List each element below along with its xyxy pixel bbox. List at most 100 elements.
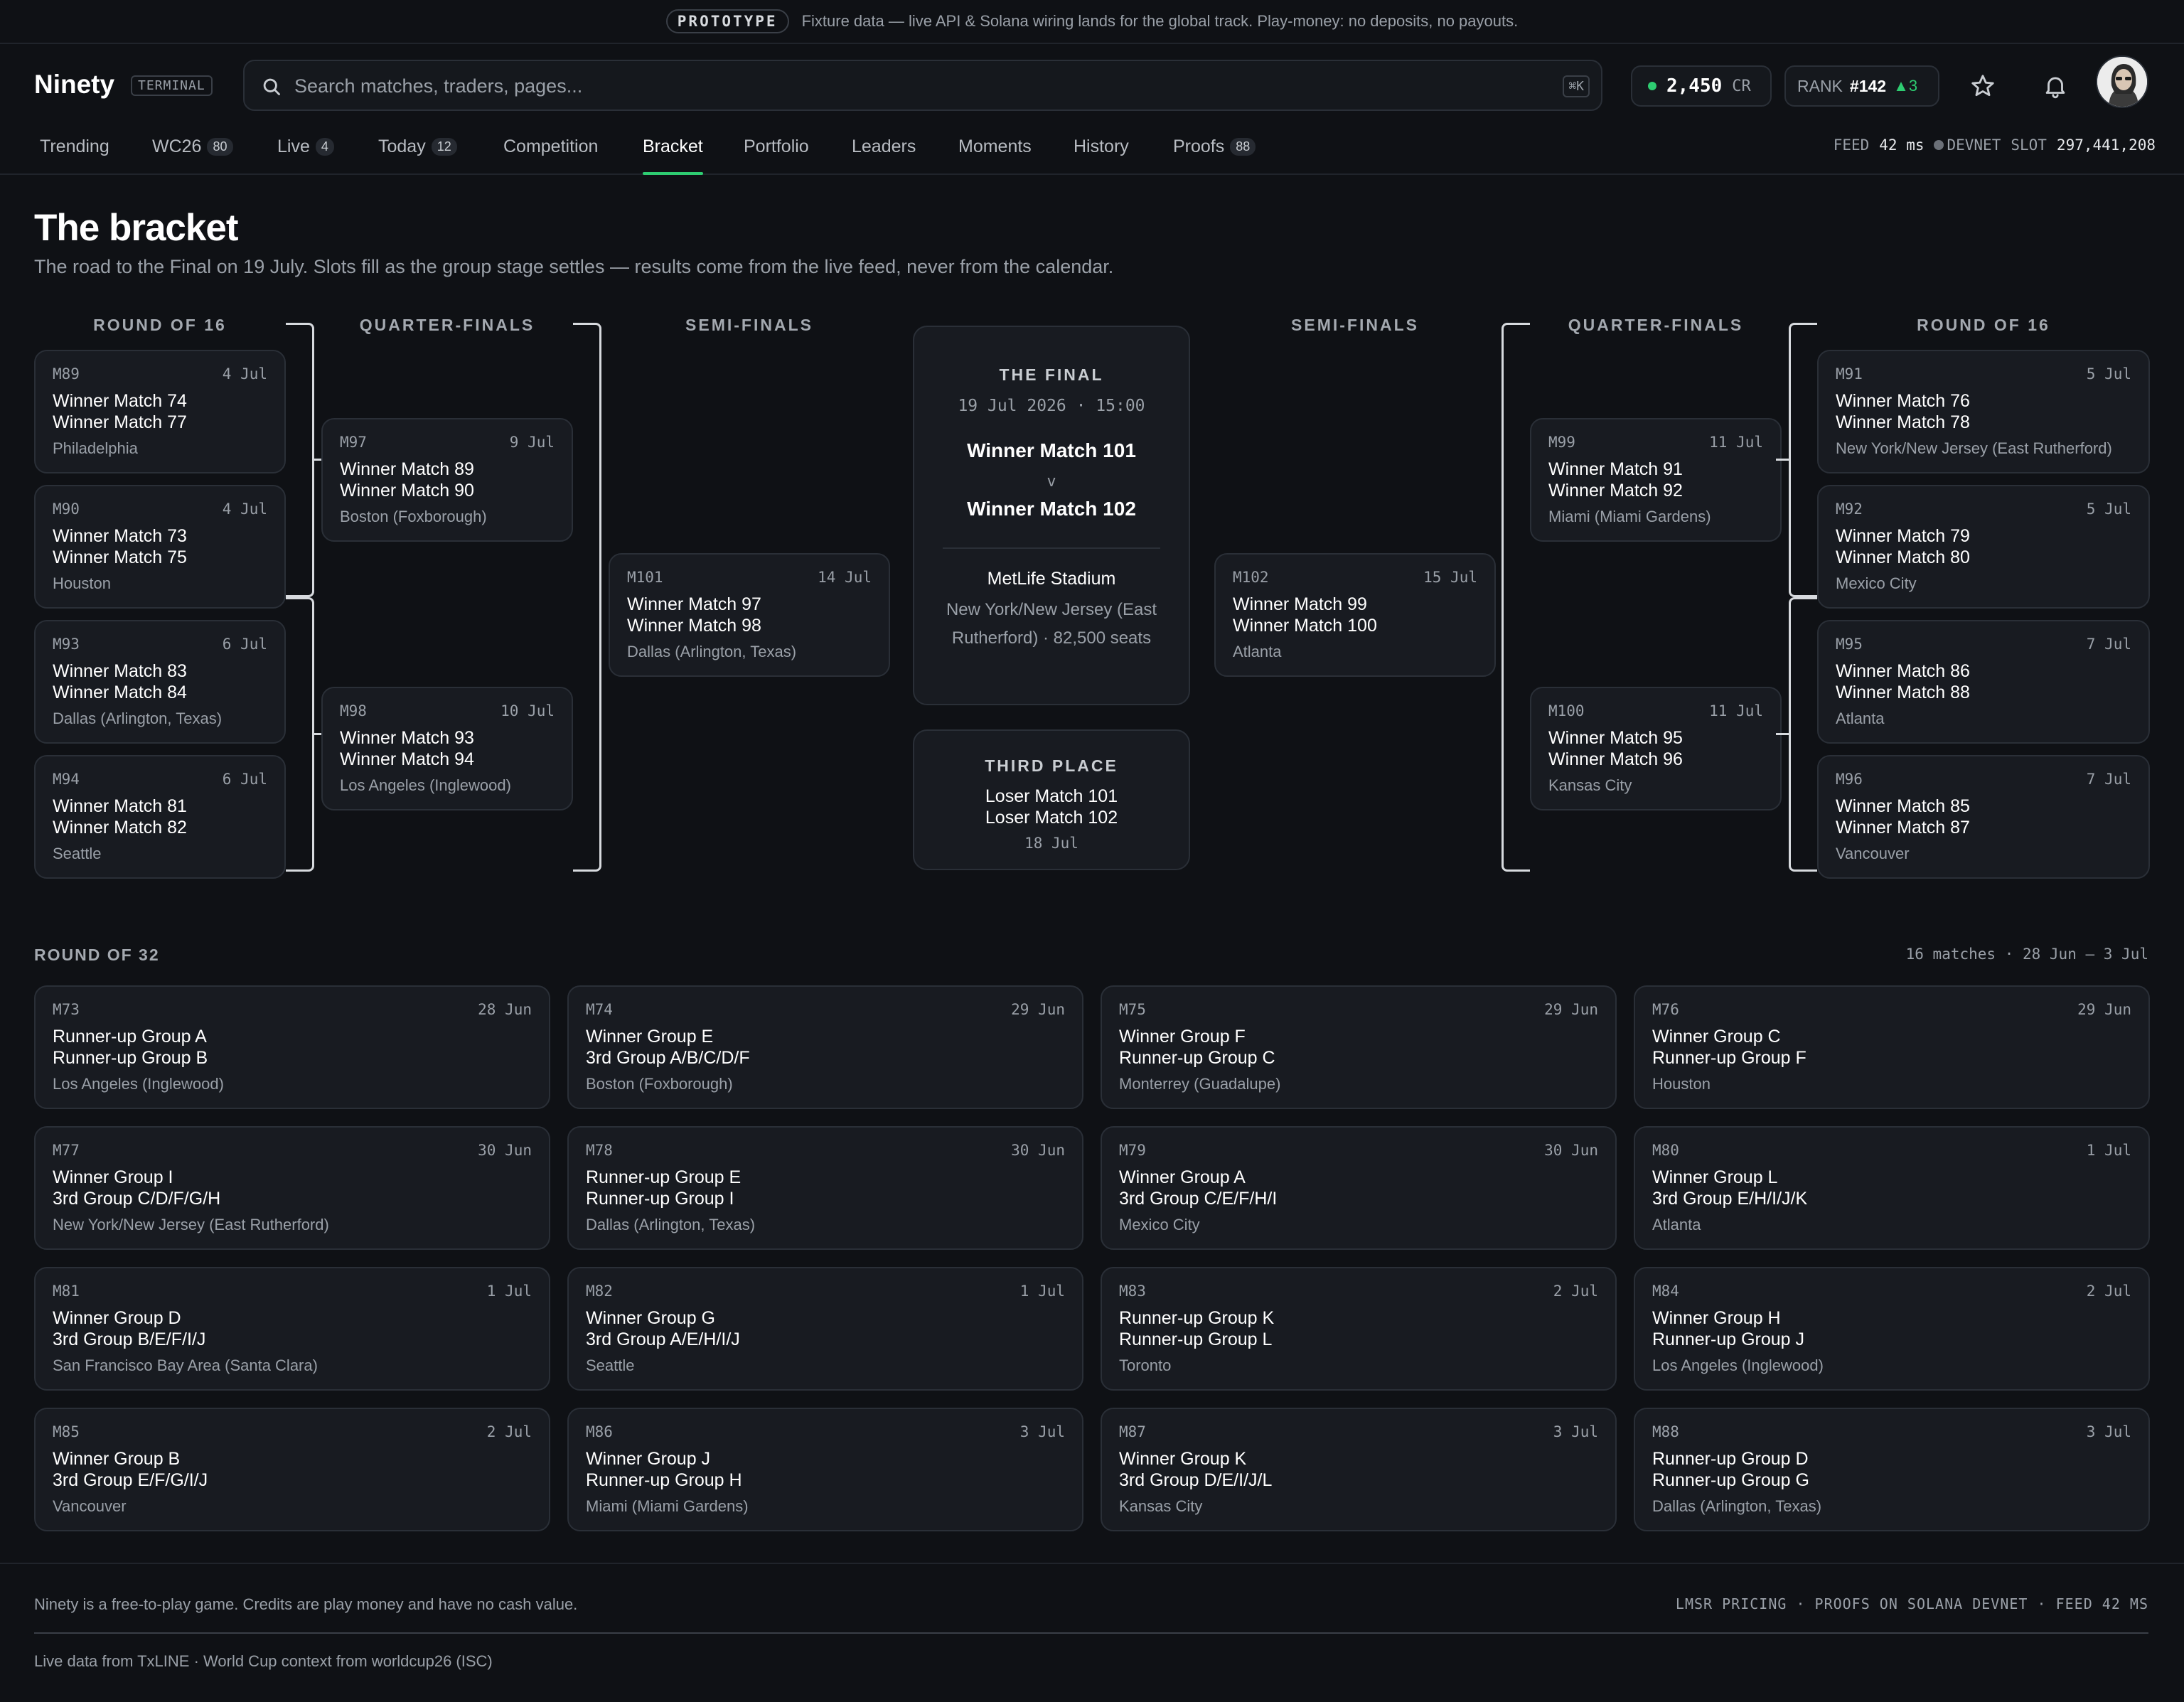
match-card-m99[interactable]: M99 11 Jul Winner Match 91 Winner Match 92… bbox=[1530, 418, 1782, 542]
match-card-m98[interactable]: M98 10 Jul Winner Match 93 Winner Match 94… bbox=[321, 687, 573, 810]
match-date: 3 Jul bbox=[1553, 1423, 1598, 1440]
team-home: Winner Match 81 bbox=[53, 796, 187, 816]
match-card-m79[interactable]: M79 30 Jun Winner Group A 3rd Group C/E/F/H… bbox=[1101, 1126, 1617, 1250]
column-header-right-qf: QUARTER-FINALS bbox=[1568, 316, 1744, 334]
team-home: Winner Group J bbox=[586, 1449, 711, 1469]
match-card-m89[interactable]: M89 4 Jul Winner Match 74 Winner Match 77 … bbox=[34, 350, 286, 473]
team-home: Winner Group D bbox=[53, 1308, 181, 1328]
team-home: Winner Match 97 bbox=[627, 594, 761, 614]
team-home: Winner Group E bbox=[586, 1027, 714, 1047]
match-venue: Mexico City bbox=[1119, 1216, 1200, 1233]
match-card-m91[interactable]: M91 5 Jul Winner Match 76 Winner Match 78 … bbox=[1817, 350, 2150, 473]
tab-moments[interactable]: Moments bbox=[958, 137, 1032, 175]
feed-value: 42 ms bbox=[1879, 137, 1925, 154]
tab-competition[interactable]: Competition bbox=[503, 137, 598, 175]
team-away: Runner-up Group G bbox=[1652, 1470, 1809, 1490]
tab-label: Trending bbox=[40, 137, 109, 156]
column-header-left-r16: ROUND OF 16 bbox=[93, 316, 227, 334]
team-home: Winner Match 99 bbox=[1233, 594, 1367, 614]
tab-today[interactable]: Today 12 bbox=[378, 137, 457, 175]
search-bar[interactable]: ⌘K bbox=[243, 60, 1602, 111]
team-home: Winner Group L bbox=[1652, 1167, 1778, 1187]
tab-wc26[interactable]: WC26 80 bbox=[152, 137, 233, 175]
team-away: Runner-up Group H bbox=[586, 1470, 742, 1490]
match-card-m86[interactable]: M86 3 Jul Winner Group J Runner-up Group H M… bbox=[567, 1408, 1083, 1531]
tab-leaders[interactable]: Leaders bbox=[852, 137, 916, 175]
search-input[interactable] bbox=[294, 71, 1503, 101]
match-card-m82[interactable]: M82 1 Jul Winner Group G 3rd Group A/E/H/I/… bbox=[567, 1267, 1083, 1391]
match-venue: Dallas (Arlington, Texas) bbox=[1652, 1497, 1822, 1515]
match-card-m73[interactable]: M73 28 Jun Runner-up Group A Runner-up Grou… bbox=[34, 985, 550, 1109]
tab-history[interactable]: History bbox=[1074, 137, 1129, 175]
match-card-m92[interactable]: M92 5 Jul Winner Match 79 Winner Match 80 … bbox=[1817, 485, 2150, 609]
match-card-m87[interactable]: M87 3 Jul Winner Group K 3rd Group D/E/I/J/… bbox=[1101, 1408, 1617, 1531]
match-id: M90 bbox=[53, 501, 80, 518]
match-venue: Houston bbox=[53, 574, 111, 592]
tab-portfolio[interactable]: Portfolio bbox=[744, 137, 809, 175]
match-card-m80[interactable]: M80 1 Jul Winner Group L 3rd Group E/H/I/J/… bbox=[1634, 1126, 2150, 1250]
match-id: M85 bbox=[53, 1423, 80, 1440]
rank-label: RANK bbox=[1797, 76, 1843, 95]
match-card-m75[interactable]: M75 29 Jun Winner Group F Runner-up Group C… bbox=[1101, 985, 1617, 1109]
team-away: Winner Match 78 bbox=[1836, 412, 1970, 432]
bell-icon[interactable] bbox=[2042, 73, 2069, 100]
team-away: 3rd Group B/E/F/I/J bbox=[53, 1329, 206, 1349]
footer-disclaimer: Ninety is a free-to-play game. Credits a… bbox=[34, 1595, 578, 1613]
match-card-m85[interactable]: M85 2 Jul Winner Group B 3rd Group E/F/G/I/… bbox=[34, 1408, 550, 1531]
rank-badge[interactable]: RANK #142 ▲3 bbox=[1784, 65, 1939, 107]
tab-live[interactable]: Live 4 bbox=[277, 137, 334, 175]
match-card-m76[interactable]: M76 29 Jun Winner Group C Runner-up Group F… bbox=[1634, 985, 2150, 1109]
bracket-connector-tick bbox=[1776, 459, 1789, 461]
main-nav: Trending WC26 80 Live 4 Today 12 Competitio… bbox=[0, 127, 2184, 175]
tab-count-badge: 80 bbox=[207, 138, 233, 156]
avatar[interactable] bbox=[2096, 55, 2148, 108]
team-away: Winner Match 94 bbox=[340, 749, 474, 769]
match-date: 1 Jul bbox=[486, 1283, 532, 1300]
credits-balance[interactable]: 2,450 CR bbox=[1631, 65, 1772, 107]
team-home: Winner Group K bbox=[1119, 1449, 1247, 1469]
match-card-m100[interactable]: M100 11 Jul Winner Match 95 Winner Match 9… bbox=[1530, 687, 1782, 810]
match-card-m77[interactable]: M77 30 Jun Winner Group I 3rd Group C/D/F/G… bbox=[34, 1126, 550, 1250]
tab-proofs[interactable]: Proofs 88 bbox=[1173, 137, 1256, 175]
match-card-m94[interactable]: M94 6 Jul Winner Match 81 Winner Match 82 … bbox=[34, 755, 286, 879]
team-home: Winner Group H bbox=[1652, 1308, 1781, 1328]
match-card-m88[interactable]: M88 3 Jul Runner-up Group D Runner-up Group… bbox=[1634, 1408, 2150, 1531]
team-home: Winner Match 76 bbox=[1836, 391, 1970, 411]
team-home: Winner Group G bbox=[586, 1308, 716, 1328]
match-venue: Vancouver bbox=[1836, 845, 1910, 862]
match-card-m74[interactable]: M74 29 Jun Winner Group E 3rd Group A/B/C/D… bbox=[567, 985, 1083, 1109]
star-icon[interactable] bbox=[1969, 73, 1996, 100]
match-venue: Dallas (Arlington, Texas) bbox=[586, 1216, 756, 1233]
match-card-m84[interactable]: M84 2 Jul Winner Group H Runner-up Group J L… bbox=[1634, 1267, 2150, 1391]
match-date: 6 Jul bbox=[222, 636, 267, 653]
match-card-m101[interactable]: M101 14 Jul Winner Match 97 Winner Match 9… bbox=[609, 553, 890, 677]
team-away: Winner Match 80 bbox=[1836, 547, 1970, 567]
prototype-pill: PROTOTYPE bbox=[665, 9, 789, 33]
logo[interactable]: Ninety bbox=[34, 70, 114, 100]
team-home: Winner Match 95 bbox=[1548, 728, 1683, 748]
match-card-m83[interactable]: M83 2 Jul Runner-up Group K Runner-up Group… bbox=[1101, 1267, 1617, 1391]
match-card-m96[interactable]: M96 7 Jul Winner Match 85 Winner Match 87 … bbox=[1817, 755, 2150, 879]
page-subtitle: The road to the Final on 19 July. Slots … bbox=[34, 256, 1114, 277]
team-home: Winner Match 91 bbox=[1548, 459, 1683, 479]
match-date: 14 Jul bbox=[818, 569, 872, 586]
match-card-m97[interactable]: M97 9 Jul Winner Match 89 Winner Match 90 … bbox=[321, 418, 573, 542]
rank-change: ▲3 bbox=[1893, 77, 1918, 95]
match-id: M84 bbox=[1652, 1283, 1679, 1300]
final-card[interactable]: THE FINAL 19 Jul 2026 · 15:00 Winner Mat… bbox=[913, 326, 1190, 705]
match-id: M76 bbox=[1652, 1001, 1679, 1018]
third-place-card[interactable]: THIRD PLACE Loser Match 101 Loser Match … bbox=[913, 729, 1190, 870]
match-card-m78[interactable]: M78 30 Jun Runner-up Group E Runner-up Grou… bbox=[567, 1126, 1083, 1250]
match-id: M99 bbox=[1548, 434, 1575, 451]
team-home: Winner Group C bbox=[1652, 1027, 1781, 1047]
match-id: M95 bbox=[1836, 636, 1863, 653]
match-card-m95[interactable]: M95 7 Jul Winner Match 86 Winner Match 88 … bbox=[1817, 620, 2150, 744]
match-id: M96 bbox=[1836, 771, 1863, 788]
match-card-m102[interactable]: M102 15 Jul Winner Match 99 Winner Match 1… bbox=[1214, 553, 1496, 677]
column-header-left-sf: SEMI-FINALS bbox=[685, 316, 813, 334]
match-card-m81[interactable]: M81 1 Jul Winner Group D 3rd Group B/E/F/I/… bbox=[34, 1267, 550, 1391]
tab-trending[interactable]: Trending bbox=[40, 137, 109, 175]
tab-bracket[interactable]: Bracket bbox=[643, 137, 703, 175]
match-card-m90[interactable]: M90 4 Jul Winner Match 73 Winner Match 75 … bbox=[34, 485, 286, 609]
match-card-m93[interactable]: M93 6 Jul Winner Match 83 Winner Match 84 … bbox=[34, 620, 286, 744]
